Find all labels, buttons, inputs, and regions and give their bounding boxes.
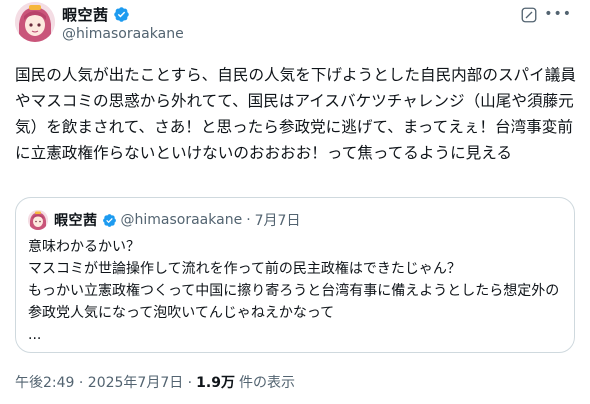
tweet-footer: 午後2:49 · 2025年7月7日 · 1.9万 件の表示 (15, 372, 295, 392)
tweet-timestamp[interactable]: 午後2:49 · 2025年7月7日 · (15, 372, 192, 392)
grok-icon[interactable] (520, 6, 538, 24)
tweet-text: 国民の人気が出たことすら、自民の人気を下げようとした自民内部のスパイ議員やマスコ… (15, 66, 576, 162)
quoted-separator: · (246, 212, 251, 228)
more-icon[interactable]: ••• (544, 6, 572, 22)
quoted-author-avatar (28, 210, 48, 230)
quoted-handle: @himasoraakane (120, 212, 243, 228)
verified-badge-icon (102, 213, 116, 227)
author-handle[interactable]: @himasoraakane (62, 26, 184, 42)
view-count-label: 件の表示 (238, 375, 295, 391)
author-avatar[interactable] (15, 2, 55, 42)
author-display-name[interactable]: 暇空茜 (62, 4, 109, 25)
quoted-display-name: 暇空茜 (54, 213, 98, 229)
quoted-text: 意味わかるかい？ マスコミが世論操作して流れを作って前の民主政権はできたじゃん？… (28, 239, 560, 343)
quoted-tweet[interactable]: 暇空茜 @himasoraakane · 7月7日 意味わかるかい？ マスコミが… (15, 197, 575, 353)
quoted-header: 暇空茜 @himasoraakane · 7月7日 (54, 210, 300, 230)
author-name-row: 暇空茜 (62, 4, 130, 24)
view-count: 1.9万 (196, 375, 235, 391)
verified-badge-icon (113, 6, 129, 22)
quoted-date: 7月7日 (254, 213, 301, 229)
